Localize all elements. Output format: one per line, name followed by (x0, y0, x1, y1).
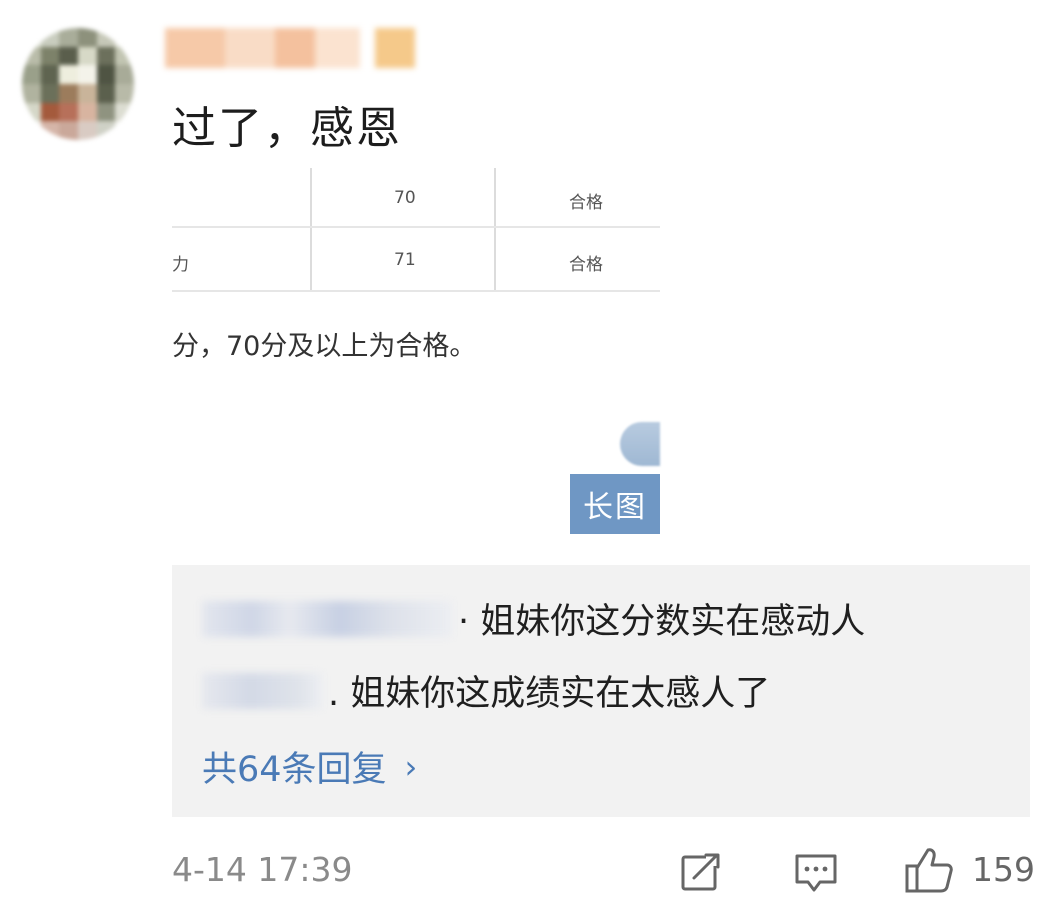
table-row-line (172, 226, 660, 228)
table-note: 分，70分及以上为合格。 (172, 331, 477, 362)
reply-item[interactable]: . 姐妹你这成绩实在太感人了 (202, 665, 770, 716)
table-cell-score: 70 (394, 188, 416, 208)
table-cell-result: 合格 (569, 255, 603, 275)
long-image-badge[interactable]: 长图 (570, 474, 660, 534)
avatar[interactable] (22, 28, 134, 140)
post-text: 过了，感恩 (172, 103, 402, 154)
comment-icon[interactable] (794, 852, 838, 894)
timestamp: 4-14 17:39 (172, 850, 353, 889)
share-icon[interactable] (680, 852, 722, 892)
table-divider (310, 168, 312, 292)
table-divider (494, 168, 496, 292)
reply-text: · 姐妹你这分数实在感动人 (458, 602, 866, 642)
view-all-replies-link[interactable]: 共64条回复 › (202, 741, 417, 792)
reply-author-blurred (202, 672, 322, 709)
username-blurred[interactable] (165, 28, 415, 68)
reply-item[interactable]: · 姐妹你这分数实在感动人 (202, 593, 865, 644)
like-icon[interactable] (904, 846, 954, 894)
table-cell-result: 合格 (569, 193, 603, 213)
reply-author-blurred (202, 600, 452, 637)
table-row-line (172, 290, 660, 292)
replies-preview[interactable]: · 姐妹你这分数实在感动人 . 姐妹你这成绩实在太感人了 共64条回复 › (172, 565, 1030, 817)
table-cell-score: 71 (394, 250, 416, 270)
table-cell-label: 力 (172, 255, 189, 275)
like-count: 159 (972, 850, 1035, 889)
reply-count-label: 共64条回复 (202, 750, 387, 790)
image-thumbnail-edge (620, 422, 660, 466)
chevron-right-icon: › (404, 747, 418, 786)
reply-text: . 姐妹你这成绩实在太感人了 (328, 674, 771, 714)
score-table-image[interactable]: 70 合格 力 71 合格 分，70分及以上为合格。 (172, 168, 660, 368)
